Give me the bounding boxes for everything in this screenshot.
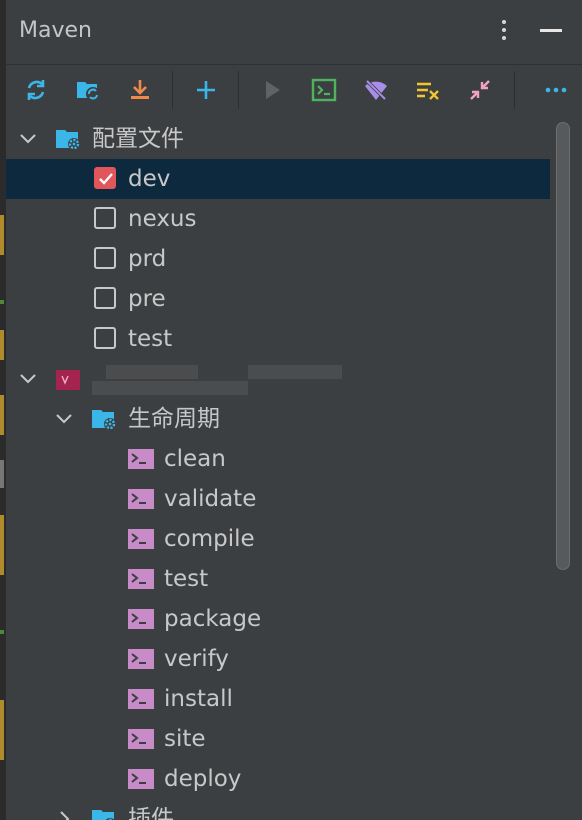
download-icon[interactable]: [126, 76, 154, 104]
vertical-scrollbar[interactable]: [554, 122, 574, 820]
collapse-all-icon[interactable]: [466, 76, 494, 104]
goal-label: validate: [164, 486, 257, 512]
goal-item-package[interactable]: package: [6, 599, 550, 639]
goal-terminal-icon: [126, 646, 154, 672]
goal-label: site: [164, 726, 206, 752]
profile-item-test[interactable]: test: [6, 319, 550, 359]
tree-node-profiles[interactable]: 配置文件: [6, 119, 550, 159]
goal-item-install[interactable]: install: [6, 679, 550, 719]
redacted-name: [106, 365, 198, 379]
goal-terminal-icon: [126, 446, 154, 472]
goal-terminal-icon: [126, 766, 154, 792]
goal-item-validate[interactable]: validate: [6, 479, 550, 519]
toggle-offline-icon[interactable]: [362, 76, 390, 104]
maven-tree: 配置文件 dev nexus prd pre test 生命周期 clean v…: [6, 116, 550, 820]
checkbox[interactable]: [94, 327, 116, 349]
checkbox[interactable]: [94, 287, 116, 309]
profile-item-nexus[interactable]: nexus: [6, 199, 550, 239]
reload-icon[interactable]: [22, 76, 50, 104]
chevron-down-icon[interactable]: [53, 408, 75, 430]
chevron-down-icon[interactable]: [17, 128, 39, 150]
generate-sources-icon[interactable]: [74, 76, 102, 104]
more-icon[interactable]: [542, 76, 570, 104]
settings-folder-icon: [90, 406, 118, 432]
goal-item-compile[interactable]: compile: [6, 519, 550, 559]
goal-item-clean[interactable]: clean: [6, 439, 550, 479]
goal-terminal-icon: [126, 526, 154, 552]
tree-node-label: 生命周期: [128, 406, 220, 432]
tree-node-project[interactable]: [6, 359, 550, 399]
goal-item-test[interactable]: test: [6, 559, 550, 599]
redacted-name: [248, 365, 342, 379]
goal-terminal-icon: [126, 686, 154, 712]
checkbox[interactable]: [94, 247, 116, 269]
tree-node-label: 配置文件: [92, 126, 184, 152]
settings-folder-icon: [90, 806, 118, 820]
goal-item-site[interactable]: site: [6, 719, 550, 759]
scrollbar-thumb[interactable]: [556, 122, 570, 570]
profile-label: prd: [128, 246, 167, 272]
goal-label: verify: [164, 646, 229, 672]
goal-label: deploy: [164, 766, 242, 792]
minimize-icon[interactable]: [540, 29, 562, 32]
goal-label: test: [164, 566, 209, 592]
goal-item-verify[interactable]: verify: [6, 639, 550, 679]
execute-goal-icon[interactable]: [310, 76, 338, 104]
chevron-right-icon[interactable]: [53, 808, 75, 820]
goal-terminal-icon: [126, 486, 154, 512]
run-icon[interactable]: [258, 76, 286, 104]
checkbox-checked[interactable]: [94, 167, 116, 189]
profile-item-pre[interactable]: pre: [6, 279, 550, 319]
goal-terminal-icon: [126, 606, 154, 632]
goal-terminal-icon: [126, 566, 154, 592]
goal-label: install: [164, 686, 233, 712]
maven-project-icon: [54, 368, 82, 394]
profile-label: dev: [128, 166, 171, 192]
panel-title: Maven: [19, 18, 92, 43]
profile-item-dev[interactable]: dev: [6, 159, 550, 199]
goal-item-deploy[interactable]: deploy: [6, 759, 550, 799]
options-menu-icon[interactable]: [500, 20, 508, 46]
chevron-down-icon[interactable]: [17, 368, 39, 390]
maven-toolbar: [6, 64, 582, 115]
profile-label: nexus: [128, 206, 197, 232]
add-icon[interactable]: [192, 76, 220, 104]
goal-label: package: [164, 606, 262, 632]
profile-label: pre: [128, 286, 166, 312]
profile-item-prd[interactable]: prd: [6, 239, 550, 279]
skip-tests-icon[interactable]: [414, 76, 442, 104]
panel-header: Maven: [6, 0, 582, 64]
tree-node-label: 插件: [128, 806, 174, 820]
tree-node-lifecycle[interactable]: 生命周期: [6, 399, 550, 439]
checkbox[interactable]: [94, 207, 116, 229]
goal-label: compile: [164, 526, 255, 552]
goal-label: clean: [164, 446, 226, 472]
tree-node-plugins[interactable]: 插件: [6, 799, 550, 820]
settings-folder-icon: [54, 126, 82, 152]
goal-terminal-icon: [126, 726, 154, 752]
redacted-name: [92, 381, 248, 395]
profile-label: test: [128, 326, 173, 352]
